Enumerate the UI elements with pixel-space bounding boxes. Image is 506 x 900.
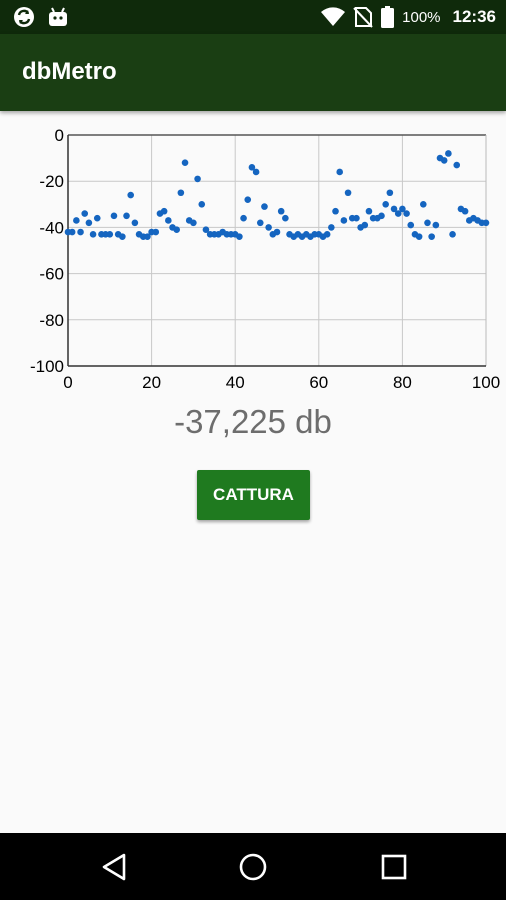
data-point [160,207,168,215]
data-point [240,214,247,222]
data-point [445,150,452,157]
data-point [77,228,84,236]
data-point [244,196,252,203]
data-point [177,189,185,197]
data-point [386,189,394,197]
data-point [449,231,456,238]
y-tick-label: -60 [39,265,64,284]
data-point [81,210,89,217]
battery-icon [381,6,395,28]
data-point [261,203,268,210]
data-point [378,212,385,220]
android-icon [49,7,67,26]
data-point [131,219,139,227]
data-point [382,201,389,208]
y-tick-label: -40 [39,218,64,237]
db-chart: 0-20-40-60-80-1000 20 40 60 80 100 [30,126,500,392]
data-point [68,228,76,236]
y-tick-label: -80 [39,311,64,330]
data-point [336,168,344,176]
data-point [127,191,134,199]
data-point [328,224,335,231]
recents-icon[interactable] [377,850,411,884]
sync-icon [14,7,34,27]
data-point [236,233,243,240]
data-point [332,207,339,215]
data-point [85,219,93,227]
status-right-icons: 100% 12:36 [321,0,496,34]
data-point [256,219,264,227]
data-point [461,207,469,215]
nav-bar [0,833,506,900]
x-tick-label: 100 [472,373,500,392]
data-point [340,217,348,224]
capture-button[interactable]: CATTURA [197,470,310,520]
data-point [361,221,369,229]
data-point [353,214,360,222]
data-point [119,233,126,240]
data-point [403,210,410,217]
data-point [344,189,352,197]
data-point [453,161,461,169]
data-point [424,219,431,227]
clock: 12:36 [452,7,496,26]
x-tick-label: 0 [63,373,72,392]
data-point [165,217,172,224]
x-tick-label: 60 [309,373,328,392]
data-point [282,214,289,222]
data-point [252,168,260,176]
data-point [323,231,331,238]
status-bar: 100% 12:36 [0,0,506,34]
data-point [93,214,101,222]
data-point [152,228,160,236]
x-tick-label: 20 [142,373,161,392]
home-icon[interactable] [236,850,270,884]
app-bar: dbMetro [0,34,506,111]
y-tick-label: -20 [39,172,64,191]
y-tick-label: -100 [30,357,64,376]
data-point [198,201,206,208]
data-point [277,207,285,215]
data-point [106,231,114,238]
x-tick-label: 80 [393,373,412,392]
app-title: dbMetro [22,58,117,85]
data-point [420,201,427,208]
status-left-icons [12,5,70,29]
data-point [123,212,130,220]
data-point [407,221,415,229]
data-point [428,233,435,240]
wifi-icon [321,7,346,27]
data-point [181,159,189,167]
data-point [432,221,440,229]
data-point [415,233,423,240]
data-point [265,224,272,231]
data-point [365,207,373,215]
data-point [440,157,448,164]
data-point [273,228,281,236]
no-sim-icon [353,7,373,28]
x-tick-label: 40 [226,373,245,392]
data-point [89,231,97,238]
db-readout: -37,225 db [174,403,332,440]
data-point [110,212,118,220]
data-point [73,217,80,224]
data-point [194,175,201,183]
back-icon[interactable] [97,850,131,884]
data-point [173,226,180,234]
data-point [482,219,490,227]
y-tick-label: 0 [55,126,64,145]
battery-percent: 100% [402,8,441,26]
data-point [190,219,197,227]
